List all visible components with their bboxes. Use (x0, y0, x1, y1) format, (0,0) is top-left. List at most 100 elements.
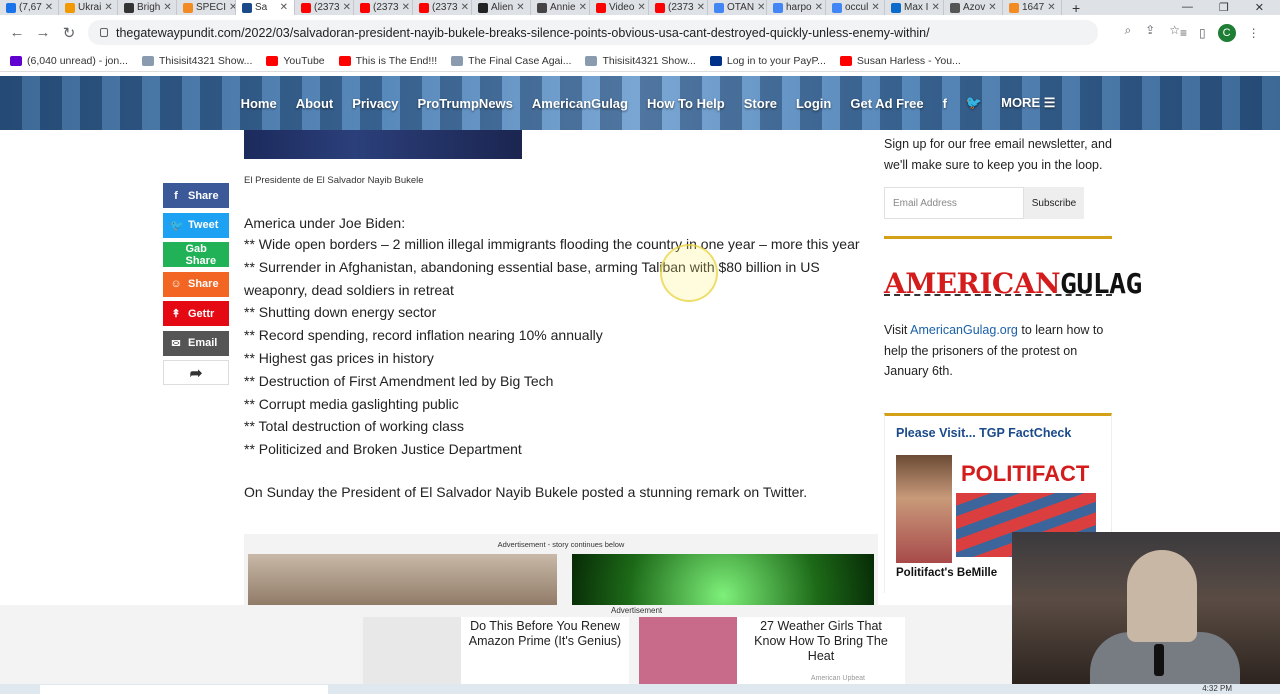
bookmark-item[interactable]: The Final Case Agai... (451, 55, 571, 67)
bookmark-item[interactable]: Log in to your PayP... (709, 55, 826, 67)
browser-tab[interactable]: (2373 ✕ (649, 0, 708, 15)
subscribe-button[interactable]: Subscribe (1024, 187, 1084, 219)
browser-tab[interactable]: Sa ✕ (236, 0, 295, 15)
facebook-icon[interactable]: f (943, 96, 947, 111)
share-sidebar: f Share 🐦 Tweet Gab Share ☺ Share ↟ Gettr ✉ Email … (163, 183, 229, 390)
twitter-icon[interactable]: 🐦 (966, 95, 982, 111)
tab-close-icon[interactable]: ✕ (163, 2, 171, 13)
facebook-share-button[interactable]: f Share (163, 183, 229, 208)
tab-close-icon[interactable]: ✕ (757, 2, 765, 13)
inline-ad[interactable]: Advertisement - story continues below (244, 534, 878, 606)
browser-tab[interactable]: Brigh ✕ (118, 0, 177, 15)
maximize-icon[interactable]: ❐ (1219, 1, 1229, 14)
share-page-icon[interactable]: ⇪ (1145, 23, 1155, 38)
tab-close-icon[interactable]: ✕ (931, 2, 939, 13)
nav-link-americangulag[interactable]: AmericanGulag (532, 96, 628, 111)
tab-close-icon[interactable]: ✕ (871, 2, 879, 13)
profile-avatar[interactable]: C (1217, 24, 1236, 42)
tab-close-icon[interactable]: ✕ (637, 2, 645, 13)
tab-close-icon[interactable]: ✕ (579, 2, 587, 13)
tab-close-icon[interactable]: ✕ (697, 2, 705, 13)
bookmark-label: YouTube (283, 54, 325, 67)
email-share-button[interactable]: ✉ Email (163, 330, 229, 356)
forward-icon[interactable]: → (30, 24, 56, 41)
gab-share-button[interactable]: Gab Share (163, 242, 229, 267)
tab-close-icon[interactable]: ✕ (461, 2, 469, 13)
url-bar[interactable]: thegatewaypundit.com/2022/03/salvadoran-… (88, 20, 1098, 45)
ad-card-amazon[interactable]: Do This Before You Renew Amazon Prime (I… (363, 617, 629, 684)
browser-tab[interactable]: (2373 ✕ (413, 0, 472, 15)
reading-list-icon[interactable]: ≡ (1180, 26, 1187, 40)
more-menu-button[interactable]: MORE ☰ (1001, 95, 1055, 111)
ad-image-right[interactable] (572, 554, 874, 606)
taskbar-search[interactable] (40, 685, 328, 694)
nav-link-store[interactable]: Store (744, 96, 777, 111)
bookmark-item[interactable]: (6,040 unread) - jon... (10, 55, 128, 67)
bookmark-label: The Final Case Agai... (468, 54, 572, 67)
browser-tab[interactable]: Annie ✕ (531, 0, 590, 15)
american-gulag-logo[interactable]: AMERICAN GULAG (884, 267, 1142, 300)
bookmark-item[interactable]: Thisisit4321 Show... (141, 55, 252, 67)
browser-tab[interactable]: Ukrai ✕ (59, 0, 118, 15)
browser-tab[interactable]: (7,67 ✕ (0, 0, 59, 15)
back-icon[interactable]: ← (4, 24, 30, 41)
nav-link-home[interactable]: Home (241, 96, 277, 111)
tab-favicon-icon (537, 2, 547, 13)
more-share-button[interactable]: ➦ (163, 360, 229, 385)
bookmark-star-icon[interactable]: ☆ (1169, 23, 1180, 38)
browser-tab[interactable]: 1647 ✕ (1003, 0, 1062, 15)
browser-tab[interactable]: Alien ✕ (472, 0, 531, 15)
browser-tab[interactable]: OTAN ✕ (708, 0, 767, 15)
tab-close-icon[interactable]: ✕ (229, 2, 235, 13)
nav-link-login[interactable]: Login (796, 96, 831, 111)
bookmark-favicon-icon (141, 55, 154, 66)
tab-close-icon[interactable]: ✕ (45, 2, 53, 13)
bookmark-item[interactable]: YouTube (266, 54, 325, 67)
menu-icon[interactable]: ⋮ (1248, 26, 1260, 40)
minimize-icon[interactable]: — (1182, 1, 1193, 14)
browser-tab[interactable]: Max I ✕ (885, 0, 944, 15)
article-paragraph: On Sunday the President of El Salvador N… (244, 483, 808, 500)
reload-icon[interactable]: ↻ (56, 24, 82, 42)
american-gulag-link[interactable]: AmericanGulag.org (910, 323, 1018, 337)
bookmark-item[interactable]: Thisisit4321 Show... (585, 55, 696, 67)
browser-tab[interactable]: harpo ✕ (767, 0, 826, 15)
ad-card-weather[interactable]: 27 Weather Girls That Know How To Bring … (639, 617, 905, 684)
new-tab-button[interactable]: + (1062, 0, 1090, 15)
tab-close-icon[interactable]: ✕ (1047, 2, 1055, 13)
nav-link-privacy[interactable]: Privacy (352, 96, 398, 111)
zoom-icon[interactable]: ⌕ (1124, 23, 1131, 38)
ad-label: Advertisement - story continues below (497, 540, 625, 549)
tab-close-icon[interactable]: ✕ (402, 2, 410, 13)
side-panel-icon[interactable]: ▯ (1199, 26, 1206, 40)
email-field[interactable]: Email Address (884, 187, 1024, 219)
nav-link-about[interactable]: About (296, 96, 334, 111)
browser-tab[interactable]: SPECI✕ (177, 0, 236, 15)
close-window-icon[interactable]: ✕ (1255, 1, 1264, 14)
twitter-share-button[interactable]: 🐦 Tweet (163, 212, 229, 238)
bookmark-favicon-icon (839, 55, 852, 66)
nav-link-how-to-help[interactable]: How To Help (647, 96, 725, 111)
bullet-item: ** Record spending, record inflation nea… (244, 327, 603, 344)
browser-tab[interactable]: (2373 ✕ (295, 0, 354, 15)
tab-close-icon[interactable]: ✕ (815, 2, 823, 13)
tab-close-icon[interactable]: ✕ (343, 2, 351, 13)
logo-black-text: GULAG (1060, 267, 1142, 300)
ad-image-left[interactable] (248, 554, 557, 606)
factcheck-title[interactable]: Please Visit... TGP FactCheck (885, 416, 1111, 440)
tab-close-icon[interactable]: ✕ (280, 2, 288, 13)
tab-close-icon[interactable]: ✕ (104, 2, 112, 13)
tab-close-icon[interactable]: ✕ (516, 2, 524, 13)
gettr-share-button[interactable]: ↟ Gettr (163, 301, 229, 326)
bookmark-item[interactable]: This is The End!!! (338, 55, 437, 67)
bookmark-item[interactable]: Susan Harless - You... (839, 55, 961, 67)
tab-favicon-icon (1009, 2, 1019, 13)
mewe-share-button[interactable]: ☺ Share (163, 271, 229, 297)
browser-tab[interactable]: Azov ✕ (944, 0, 1003, 15)
browser-tab[interactable]: occul ✕ (826, 0, 885, 15)
nav-link-get-ad-free[interactable]: Get Ad Free (850, 96, 923, 111)
tab-close-icon[interactable]: ✕ (988, 2, 996, 13)
browser-tab[interactable]: Video ✕ (590, 0, 649, 15)
browser-tab[interactable]: (2373 ✕ (354, 0, 413, 15)
nav-link-protrumpnews[interactable]: ProTrumpNews (418, 96, 513, 111)
